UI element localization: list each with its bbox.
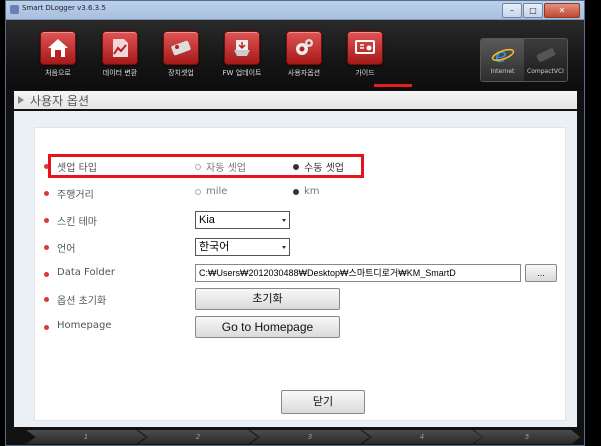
bullet-icon — [44, 218, 49, 223]
bullet-icon — [44, 297, 49, 302]
radio-distance-km[interactable]: km — [293, 186, 320, 197]
window-title: Smart DLogger v3.6.3.5 — [22, 4, 106, 12]
homepage-row: Homepage Go to Homepage — [35, 316, 565, 338]
toolbar-firmware-update-button[interactable]: FW 업데이트 — [212, 31, 272, 83]
internet-mode-button[interactable]: e Internet — [481, 39, 524, 81]
setup-type-highlight-box — [48, 154, 364, 178]
user-options-icon — [286, 31, 322, 65]
page-title: 사용자 옵션 — [30, 94, 90, 108]
skin-theme-row: 스킨 테마 Kia — [35, 209, 565, 231]
maximize-button[interactable]: □ — [523, 3, 543, 18]
radio-distance-mile[interactable]: mile — [195, 186, 227, 197]
toolbar-data-convert-button[interactable]: 데이터 변환 — [90, 31, 150, 83]
connection-mode-panel: e Internet CompactVCI — [480, 38, 568, 82]
firmware-update-icon — [224, 31, 260, 65]
browse-folder-button[interactable]: ... — [525, 264, 557, 282]
language-select[interactable]: 한국어 — [195, 238, 290, 256]
data-folder-path-field[interactable]: C:₩Users₩2012030488₩Desktop₩스마트디로거₩KM_Sm… — [195, 264, 521, 282]
window-controls: – □ ✕ — [502, 3, 580, 18]
radio-selected-icon — [293, 188, 299, 195]
bullet-icon — [44, 325, 49, 330]
active-tab-indicator — [374, 84, 412, 87]
device-setup-icon — [163, 31, 199, 65]
heading-arrow-icon — [18, 96, 24, 104]
bullet-icon — [44, 272, 49, 277]
toolbar-device-setup-button[interactable]: 장치셋업 — [151, 31, 211, 83]
step-1: 1 — [26, 430, 146, 444]
svg-text:e: e — [495, 44, 507, 66]
reset-options-button[interactable]: 초기화 — [195, 288, 340, 310]
section-heading: 사용자 옵션 — [14, 91, 577, 109]
bullet-icon — [44, 191, 49, 196]
home-icon — [40, 31, 76, 65]
distance-row: 주행거리 mile km — [35, 182, 565, 204]
dropdown-arrow-icon — [282, 246, 286, 249]
skin-theme-select[interactable]: Kia — [195, 211, 290, 229]
main-toolbar: 처음으로 데이터 변환 장치셋업 FW 업데이트 사용자옵션 가이드 e Int… — [6, 20, 584, 90]
dropdown-arrow-icon — [282, 219, 286, 222]
minimize-button[interactable]: – — [502, 3, 522, 18]
app-icon — [10, 5, 19, 14]
data-folder-row: Data Folder C:₩Users₩2012030488₩Desktop₩… — [35, 263, 565, 285]
toolbar-guide-button[interactable]: 가이드 — [335, 31, 395, 83]
radio-icon — [195, 188, 201, 195]
options-panel: 셋업 타입 자동 셋업 수동 셋업 주행거리 mile km 스킨 테마 Kia… — [34, 127, 566, 421]
close-dialog-button[interactable]: 닫기 — [281, 390, 365, 414]
options-content: 셋업 타입 자동 셋업 수동 셋업 주행거리 mile km 스킨 테마 Kia… — [14, 111, 577, 427]
compactvci-mode-button[interactable]: CompactVCI — [524, 39, 567, 81]
step-5: 5 — [474, 430, 580, 444]
close-window-button[interactable]: ✕ — [544, 3, 580, 18]
language-row: 언어 한국어 — [35, 236, 565, 258]
go-to-homepage-button[interactable]: Go to Homepage — [195, 316, 340, 338]
toolbar-user-options-button[interactable]: 사용자옵션 — [274, 31, 334, 83]
step-2: 2 — [138, 430, 258, 444]
step-4: 4 — [362, 430, 482, 444]
progress-steps-bar: 1 2 3 4 5 — [6, 427, 584, 445]
step-3: 3 — [250, 430, 370, 444]
internet-explorer-icon: e — [490, 43, 516, 67]
title-bar: Smart DLogger v3.6.3.5 – □ ✕ — [6, 1, 584, 20]
toolbar-home-button[interactable]: 처음으로 — [28, 31, 88, 83]
reset-row: 옵션 초기화 초기화 — [35, 288, 565, 310]
guide-icon — [347, 31, 383, 65]
app-window: Smart DLogger v3.6.3.5 – □ ✕ 처음으로 데이터 변환… — [5, 0, 585, 446]
bullet-icon — [44, 245, 49, 250]
data-convert-icon — [102, 31, 138, 65]
compactvci-device-icon — [533, 43, 559, 67]
